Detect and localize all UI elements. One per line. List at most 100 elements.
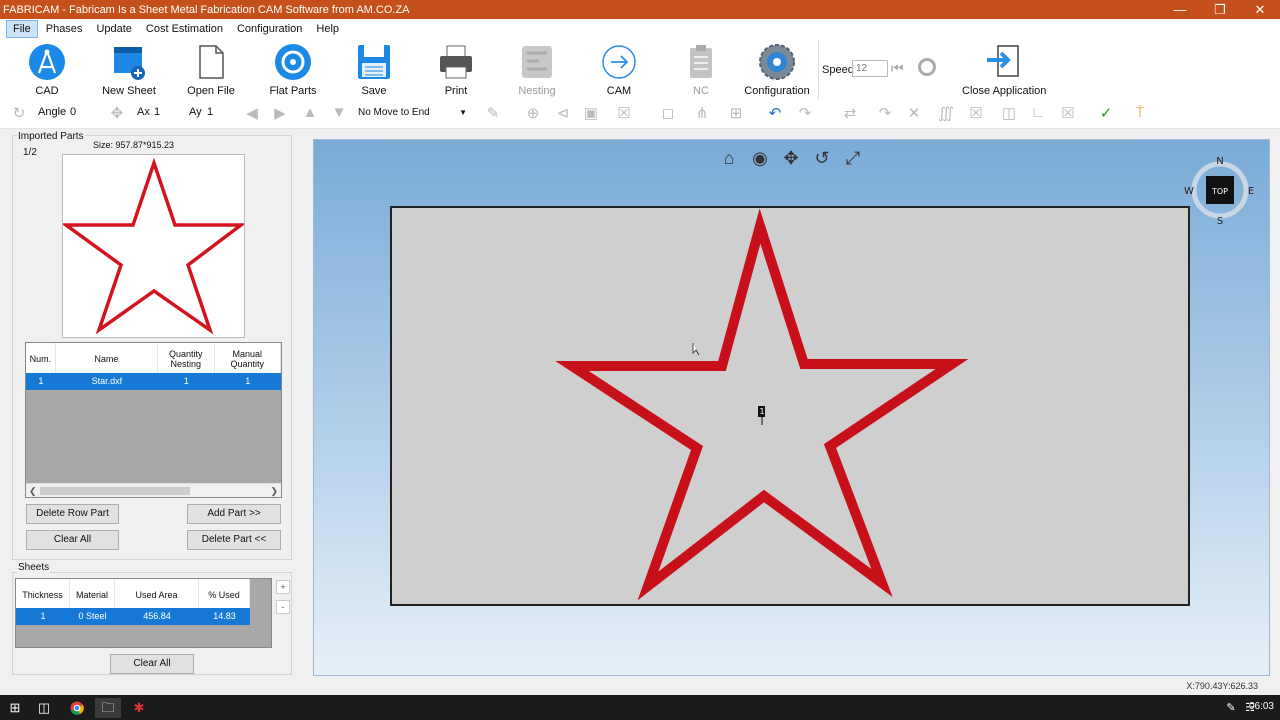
ax-input[interactable]: 1 — [154, 106, 160, 118]
new-sheet-button[interactable]: New Sheet — [90, 42, 168, 97]
clear-all-parts-button[interactable]: Clear All — [26, 530, 119, 550]
menu-cost-estimation[interactable]: Cost Estimation — [140, 21, 229, 37]
sheet-area[interactable]: 1 — [390, 206, 1190, 606]
stop-icon[interactable] — [918, 58, 936, 76]
add-part-button[interactable]: Add Part >> — [187, 504, 281, 524]
rotate-icon[interactable]: ↻ — [9, 104, 29, 122]
split-icon[interactable]: ⋔ — [692, 104, 712, 122]
open-file-icon — [191, 42, 231, 82]
rotate-view-icon[interactable]: ↺ — [811, 148, 833, 169]
flat-parts-button[interactable]: Flat Parts — [254, 42, 332, 97]
title-bar: FABRICAM - Fabricam Is a Sheet Metal Fab… — [0, 0, 1280, 19]
configuration-button[interactable]: Configuration — [738, 42, 816, 97]
orbit-icon[interactable]: ◉ — [749, 148, 771, 169]
flat-parts-icon — [273, 42, 313, 82]
redo-icon[interactable]: ↷ — [795, 104, 815, 122]
menu-bar: File Phases Update Cost Estimation Confi… — [0, 19, 1280, 39]
clear-icon[interactable]: ☒ — [1058, 104, 1078, 122]
menu-file[interactable]: File — [6, 20, 38, 38]
verify-icon[interactable]: ✓ — [1096, 104, 1116, 122]
delete-row-part-button[interactable]: Delete Row Part — [26, 504, 119, 524]
export-icon[interactable]: ⍑ — [1130, 104, 1150, 121]
nc-icon — [681, 42, 721, 82]
corner-icon[interactable]: ◻ — [658, 104, 678, 122]
cross-icon[interactable]: ✕ — [904, 104, 924, 122]
ay-input[interactable]: 1 — [207, 106, 213, 118]
move-first-icon[interactable]: ◀ — [242, 104, 262, 122]
sheets-table[interactable]: Thickness Material Used Area % Used 1 0 … — [15, 578, 272, 648]
menu-help[interactable]: Help — [310, 21, 345, 37]
part-size: Size: 957.87*915.23 — [93, 140, 175, 150]
move-mode-select[interactable]: No Move to End ▼ — [355, 105, 470, 122]
nesting-button[interactable]: Nesting — [498, 42, 576, 97]
home-icon[interactable]: ⌂ — [718, 148, 740, 169]
cad-icon — [27, 42, 67, 82]
add-sheet-button[interactable]: + — [276, 580, 290, 594]
cam-icon — [599, 42, 639, 82]
frame-icon[interactable]: ▣ — [581, 104, 601, 122]
speed-select[interactable]: 12 — [852, 60, 888, 77]
scrollbar-thumb[interactable] — [40, 487, 190, 495]
add-circle-icon[interactable]: ⊕ — [523, 104, 543, 122]
minimize-icon[interactable]: — — [1160, 0, 1200, 19]
print-button[interactable]: Print — [417, 42, 495, 97]
close-application-button[interactable]: Close Application — [962, 42, 1046, 97]
pencil-icon[interactable]: ✎ — [483, 104, 503, 122]
pan-icon[interactable]: ✥ — [780, 148, 802, 169]
distribute-icon[interactable]: ⊞ — [726, 104, 746, 122]
move-up-icon[interactable]: ▲ — [300, 104, 320, 121]
cad-viewport[interactable]: ⌂ ◉ ✥ ↺ ⤢ 1 TOP N S E W — [313, 139, 1270, 676]
bridge-icon[interactable]: ∭ — [936, 104, 956, 122]
view-compass[interactable]: TOP N S E W — [1184, 154, 1256, 227]
clock: 06:03 — [1248, 701, 1274, 712]
viewport-tools: ⌂ ◉ ✥ ↺ ⤢ — [718, 148, 864, 169]
close-icon[interactable]: ✕ — [1240, 0, 1280, 19]
nc-button[interactable]: NC — [662, 42, 740, 97]
move-down-icon[interactable]: ▼ — [329, 104, 349, 121]
rotate-part-icon[interactable]: ↷ — [875, 104, 895, 122]
fabricam-taskbar-icon[interactable]: ✱ — [126, 698, 152, 718]
file-explorer-icon[interactable]: 🗀 — [95, 698, 121, 718]
compass-south: S — [1217, 216, 1223, 226]
remove-sheet-button[interactable]: - — [276, 600, 290, 614]
cam-button[interactable]: CAM — [580, 42, 658, 97]
chevron-right-icon[interactable]: ❯ — [270, 484, 278, 498]
parts-table-scrollbar[interactable]: ❮ ❯ — [26, 483, 281, 497]
move-last-icon[interactable]: ▶ — [270, 104, 290, 122]
restore-icon[interactable]: ❐ — [1200, 0, 1240, 19]
nested-star-part[interactable]: 1 — [392, 208, 1188, 604]
compass-top: TOP — [1211, 187, 1228, 196]
windows-start-icon[interactable]: ⊞ — [2, 698, 28, 718]
align-icon[interactable]: ⊲ — [553, 104, 573, 122]
save-button[interactable]: Save — [335, 42, 413, 97]
part-preview — [60, 154, 247, 338]
menu-phases[interactable]: Phases — [40, 21, 89, 37]
mirror-icon[interactable]: ⇄ — [840, 104, 860, 122]
delete-icon[interactable]: ☒ — [966, 104, 986, 122]
delete-part-button[interactable]: Delete Part << — [187, 530, 281, 550]
chevron-left-icon[interactable]: ❮ — [29, 484, 37, 498]
rect-icon[interactable]: ◫ — [999, 104, 1019, 122]
undo-icon[interactable]: ↶ — [765, 104, 785, 122]
os-taskbar: ⊞ ◫ 🗀 ✱ ✎ ☷ 06:03 — [0, 695, 1280, 720]
move-icon[interactable]: ✥ — [107, 104, 127, 122]
chrome-icon[interactable] — [64, 698, 90, 718]
speed-label: Speed — [822, 64, 854, 76]
sheets-label: Sheets — [17, 562, 51, 573]
nc-cut-icon[interactable]: ☒ — [614, 104, 634, 122]
parts-table[interactable]: Num. Name Quantity Nesting Manual Quanti… — [25, 342, 282, 498]
task-view-icon[interactable]: ◫ — [31, 698, 57, 718]
close-application-icon — [983, 42, 1023, 82]
open-file-button[interactable]: Open File — [172, 42, 250, 97]
menu-configuration[interactable]: Configuration — [231, 21, 308, 37]
menu-update[interactable]: Update — [90, 21, 137, 37]
zoom-fit-icon[interactable]: ⤢ — [842, 148, 864, 169]
angle-input[interactable]: 0 — [70, 106, 76, 118]
table-row[interactable]: 1 0 Steel 456.84 14.83 — [16, 608, 250, 625]
table-row[interactable]: 1 Star.dxf 1 1 — [26, 373, 281, 390]
step-back-icon[interactable]: ⏮ — [891, 60, 904, 77]
clear-all-sheets-button[interactable]: Clear All — [110, 654, 194, 674]
cad-button[interactable]: CAD — [8, 42, 86, 97]
nesting-icon — [517, 42, 557, 82]
angle-icon[interactable]: ∟ — [1028, 104, 1048, 121]
